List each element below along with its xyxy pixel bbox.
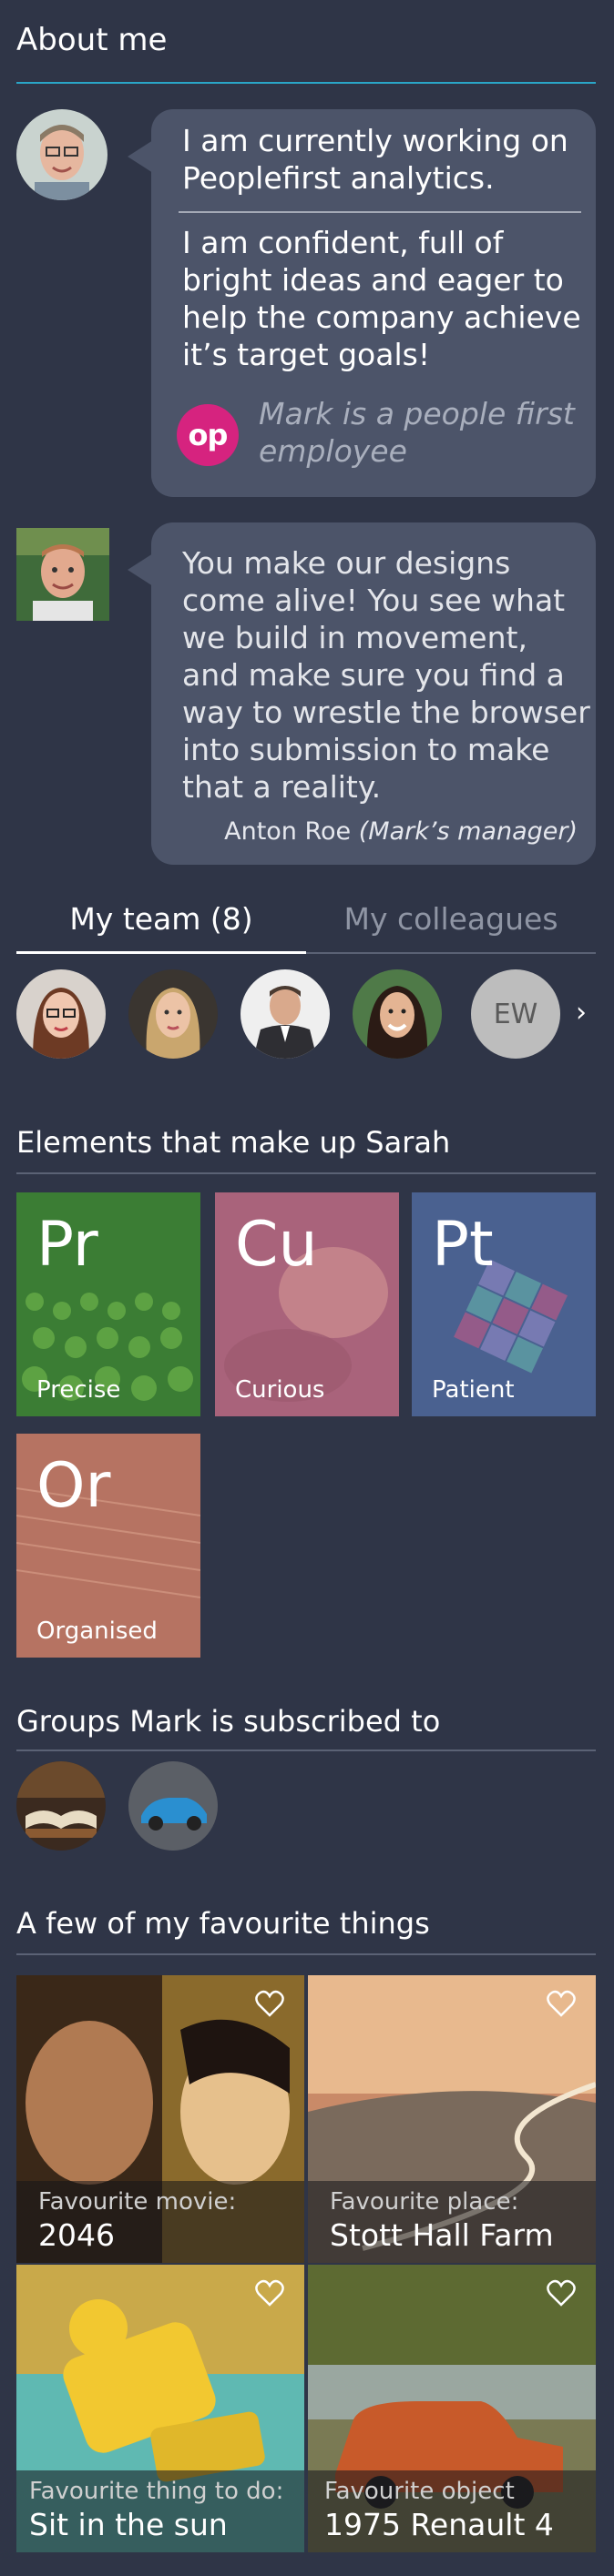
groups-title: Groups Mark is subscribed to: [16, 1704, 441, 1739]
favourite-caption: Favourite movie: 2046: [16, 2181, 304, 2263]
active-tab-indicator: [16, 951, 306, 954]
favourite-value: Sit in the sun: [29, 2507, 228, 2542]
about-title: About me: [16, 22, 168, 58]
heart-icon[interactable]: [255, 2279, 284, 2307]
favourite-label: Favourite object: [324, 2478, 515, 2505]
element-tile-curious[interactable]: Cu Curious: [215, 1192, 399, 1416]
element-symbol: Pt: [432, 1209, 494, 1281]
peoplefirst-logo-text: op: [188, 418, 229, 452]
element-symbol: Pr: [36, 1209, 98, 1281]
group-cars-avatar[interactable]: [128, 1761, 218, 1851]
about-divider: [179, 211, 581, 213]
avatar-mark[interactable]: [16, 109, 107, 200]
quote-line: that a reality.: [182, 769, 382, 805]
element-word: Patient: [432, 1376, 515, 1404]
favourite-caption: Favourite object 1975 Renault 4: [308, 2470, 596, 2552]
quote-author-role: (Mark’s manager): [358, 817, 578, 846]
quote-author-name: Anton Roe: [224, 817, 359, 846]
chevron-right-icon[interactable]: ›: [576, 997, 587, 1029]
team-member-initials-avatar[interactable]: EW: [471, 969, 560, 1059]
people-first-note: employee: [259, 433, 407, 469]
elements-rule: [16, 1172, 596, 1174]
favourite-movie-card[interactable]: Favourite movie: 2046: [16, 1975, 304, 2263]
favourite-object-card[interactable]: Favourite object 1975 Renault 4: [308, 2265, 596, 2552]
avatar-anton[interactable]: [16, 528, 109, 621]
heart-icon[interactable]: [547, 2279, 576, 2307]
favourite-value: 1975 Renault 4: [324, 2507, 554, 2542]
team-member-avatar[interactable]: [128, 969, 218, 1059]
manager-quote-bubble: You make our designs come alive! You see…: [128, 522, 596, 865]
heart-icon[interactable]: [255, 1990, 284, 2017]
people-first-note: Mark is a people first: [259, 396, 575, 431]
team-member-avatar[interactable]: [240, 969, 330, 1059]
tab-my-team[interactable]: My team (8): [16, 901, 306, 937]
group-books-avatar[interactable]: [16, 1761, 106, 1851]
element-symbol: Cu: [235, 1209, 318, 1281]
favourite-value: Stott Hall Farm: [330, 2217, 554, 2253]
team-member-avatar[interactable]: [353, 969, 442, 1059]
favourite-place-card[interactable]: Favourite place: Stott Hall Farm: [308, 1975, 596, 2263]
favourite-caption: Favourite place: Stott Hall Farm: [308, 2181, 596, 2263]
elements-title: Elements that make up Sarah: [16, 1125, 451, 1160]
favourite-label: Favourite movie:: [38, 2188, 237, 2216]
element-tile-precise[interactable]: Pr Precise: [16, 1192, 200, 1416]
about-line: I am currently working on: [182, 123, 568, 158]
quote-author: Anton Roe (Mark’s manager): [224, 817, 578, 846]
about-bubble: I am currently working on Peoplefirst an…: [128, 109, 596, 497]
about-line: help the company achieve: [182, 299, 581, 335]
element-tile-patient[interactable]: Pt Patient: [412, 1192, 596, 1416]
groups-rule: [16, 1749, 596, 1751]
quote-line: we build in movement,: [182, 620, 527, 655]
team-member-avatar[interactable]: [16, 969, 106, 1059]
initials-text: EW: [493, 998, 538, 1030]
quote-line: You make our designs: [182, 545, 511, 581]
quote-line: come alive! You see what: [182, 583, 566, 618]
favourite-value: 2046: [38, 2217, 115, 2253]
quote-line: and make sure you find a: [182, 657, 565, 693]
favourites-rule: [16, 1953, 596, 1955]
favourites-title: A few of my favourite things: [16, 1906, 430, 1941]
element-tile-organised[interactable]: Or Organised: [16, 1434, 200, 1658]
tab-my-colleagues[interactable]: My colleagues: [306, 901, 596, 937]
about-line: I am confident, full of: [182, 225, 504, 260]
favourite-activity-card[interactable]: Favourite thing to do: Sit in the sun: [16, 2265, 304, 2552]
element-word: Precise: [36, 1376, 121, 1404]
favourite-label: Favourite thing to do:: [29, 2478, 284, 2505]
about-line: it’s target goals!: [182, 337, 431, 372]
peoplefirst-logo-icon: op: [177, 404, 239, 466]
quote-line: into submission to make: [182, 732, 550, 767]
about-line: bright ideas and eager to: [182, 262, 564, 298]
favourite-label: Favourite place:: [330, 2188, 519, 2216]
element-word: Curious: [235, 1376, 325, 1404]
quote-line: way to wrestle the browser: [182, 695, 590, 730]
about-title-rule: [16, 82, 596, 84]
heart-icon[interactable]: [547, 1990, 576, 2017]
element-word: Organised: [36, 1618, 158, 1645]
element-symbol: Or: [36, 1450, 111, 1522]
favourite-caption: Favourite thing to do: Sit in the sun: [16, 2470, 304, 2552]
about-line: Peoplefirst analytics.: [182, 160, 495, 196]
